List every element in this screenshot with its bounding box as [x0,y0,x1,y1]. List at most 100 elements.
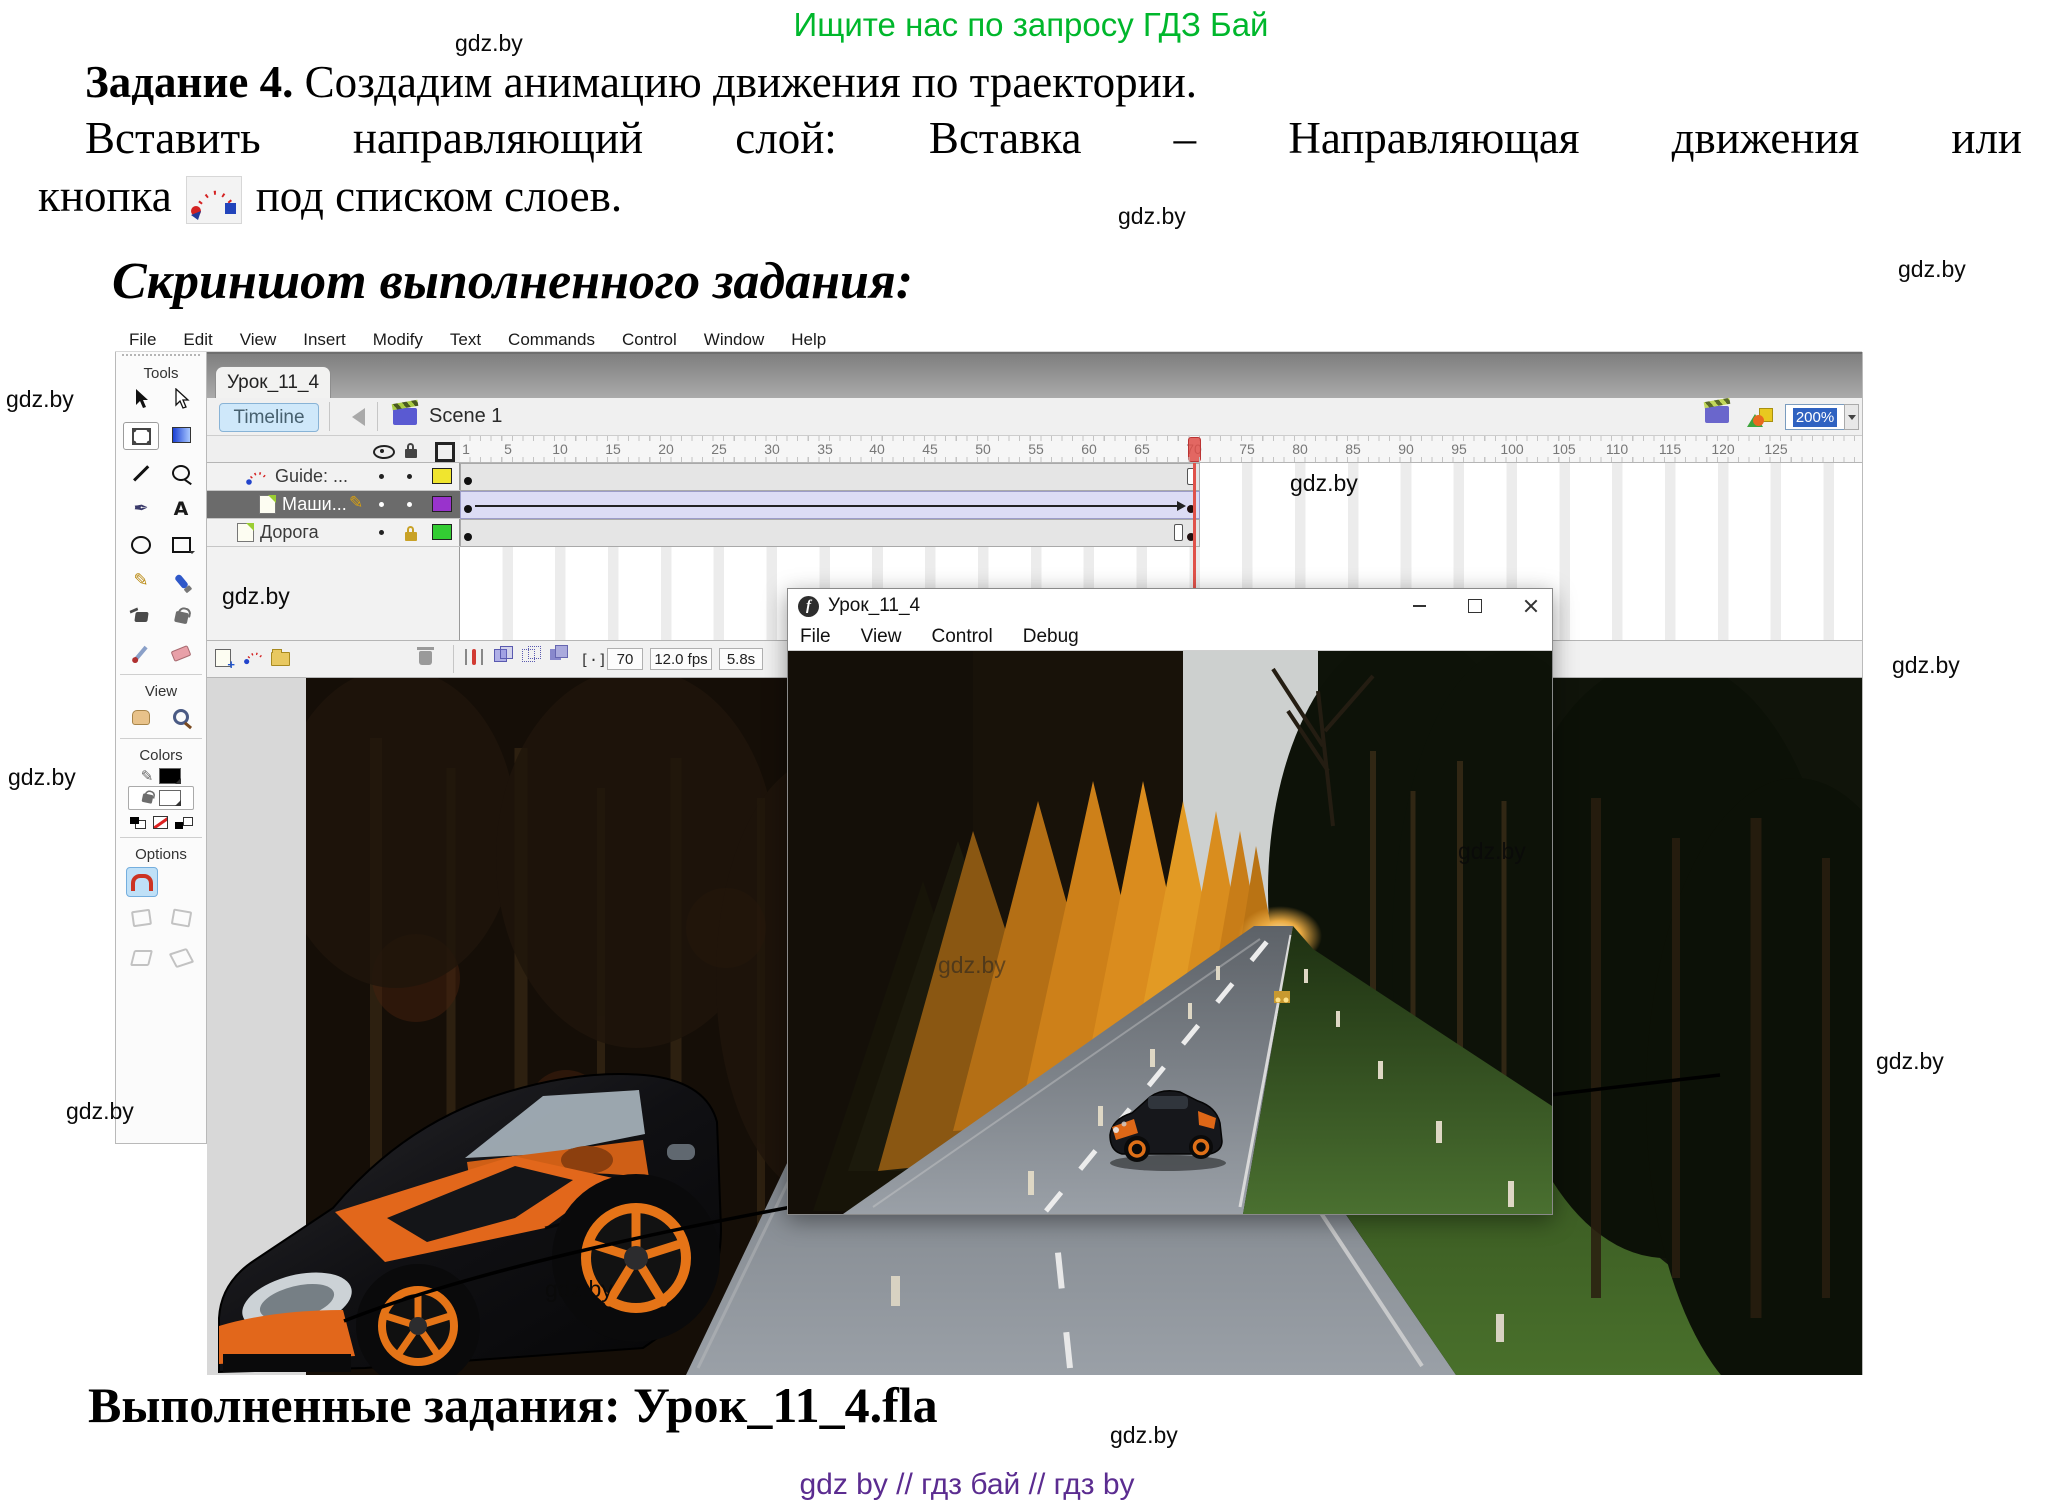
document-tab[interactable]: Урок_11_4 [215,366,331,399]
line-tool-icon[interactable] [124,460,158,486]
ruler-number: 115 [1659,441,1681,457]
menu-file[interactable]: File [129,330,156,350]
playhead[interactable] [1188,437,1201,462]
zoom-tool-icon[interactable] [164,704,198,730]
maximize-icon[interactable] [1468,599,1482,613]
layer-row-mashina[interactable]: Маши... ✎ [207,491,460,519]
center-frame-icon[interactable] [465,649,483,665]
watermark: gdz.by [1898,256,1966,283]
stroke-color-control[interactable]: ✎ [116,768,206,784]
menu-edit[interactable]: Edit [183,330,212,350]
layer-visibility-dot[interactable] [379,502,384,507]
current-frame-field[interactable]: 70 [607,648,643,670]
frame-rate-field[interactable]: 12.0 fps [650,648,712,670]
rectangle-tool-icon[interactable] [164,532,198,558]
close-icon[interactable] [1524,599,1538,613]
elapsed-time-field[interactable]: 5.8s [719,648,763,670]
car-symbol[interactable] [215,1060,727,1375]
menu-control[interactable]: Control [622,330,677,350]
layer-visibility-dot[interactable] [379,474,384,479]
show-hide-layers-icon[interactable] [373,445,395,459]
doroga-layer-frame-span[interactable] [460,519,1200,547]
edit-scene-icon[interactable] [1705,406,1729,423]
layer-lock-dot[interactable] [407,502,412,507]
preview-menu-control[interactable]: Control [931,626,992,648]
ruler-number: 35 [817,441,833,457]
ruler-number: 95 [1451,441,1467,457]
layer-lock-dot[interactable] [407,474,412,479]
add-motion-guide-icon[interactable] [243,649,265,670]
brush-tool-icon[interactable] [164,568,198,594]
minimize-icon[interactable] [1413,605,1426,607]
paint-bucket-tool-icon[interactable] [164,604,198,630]
hand-tool-icon[interactable] [124,704,158,730]
zoom-dropdown-icon[interactable] [1844,404,1859,430]
watermark: gdz.by [66,1098,134,1125]
no-color-icon[interactable] [153,816,168,829]
task-line3: кнопкапод списком слоев. [38,170,622,224]
layer-outline-swatch[interactable] [432,524,452,540]
zoom-level-input[interactable]: 200% [1785,404,1845,430]
edit-multiple-frames-icon[interactable] [550,649,561,660]
menu-help[interactable]: Help [791,330,826,350]
eyedropper-tool-icon[interactable] [124,640,158,666]
onion-skin-outlines-icon[interactable] [522,649,535,662]
back-arrow-icon[interactable] [343,408,365,426]
ruler-number: 100 [1500,441,1523,457]
fill-color-swatch[interactable] [159,790,181,806]
menu-view[interactable]: View [240,330,277,350]
subselection-tool-icon[interactable] [164,386,198,412]
pen-tool-icon[interactable]: ✒ [124,496,158,522]
layer-row-doroga[interactable]: Дорога [207,519,460,547]
fill-color-control[interactable] [128,786,194,810]
watermark: gdz.by [1118,203,1186,230]
mashina-motion-tween-span[interactable] [460,491,1200,519]
scene-name[interactable]: Scene 1 [429,405,502,428]
eraser-tool-icon[interactable] [164,640,198,666]
layer-row-guide[interactable]: Guide: ... [207,463,460,491]
preview-menu-view[interactable]: View [861,626,902,648]
layer-locked-icon[interactable] [405,532,417,541]
snap-to-objects-magnet-icon[interactable] [126,867,158,897]
layer-name: Дорога [260,522,319,543]
menu-commands[interactable]: Commands [508,330,595,350]
panel-grip[interactable] [122,354,200,363]
layer-visibility-dot[interactable] [379,530,384,535]
edit-symbols-icon[interactable] [1747,404,1773,426]
delete-layer-trash-icon[interactable] [419,649,432,665]
gradient-transform-tool-icon[interactable] [164,422,198,448]
default-colors-icon[interactable] [130,817,146,829]
oval-tool-icon[interactable] [124,532,158,558]
menu-insert[interactable]: Insert [303,330,346,350]
layer-outline-swatch[interactable] [432,496,452,512]
swap-colors-icon[interactable] [175,817,193,829]
layer-outline-swatch[interactable] [432,468,452,484]
insert-layer-icon[interactable] [215,649,231,667]
menu-text[interactable]: Text [450,330,481,350]
lock-layers-icon[interactable] [405,449,417,458]
ruler-number: 30 [764,441,780,457]
pencil-tool-icon[interactable]: ✎ [124,568,158,594]
footer-links: gdz by // гдз бай // гдз by [0,1468,1934,1502]
preview-menu-debug[interactable]: Debug [1023,626,1079,648]
ruler-number: 75 [1239,441,1255,457]
menu-modify[interactable]: Modify [373,330,423,350]
ruler-number: 85 [1345,441,1361,457]
insert-layer-folder-icon[interactable] [271,649,290,666]
ruler-number: 125 [1764,441,1787,457]
selection-tool-icon[interactable] [124,386,158,412]
timeline-toggle-button[interactable]: Timeline [219,403,319,432]
text-tool-icon[interactable]: A [164,496,198,522]
ink-bottle-tool-icon[interactable] [124,604,158,630]
free-transform-tool-icon[interactable] [123,422,159,450]
preview-menu-file[interactable]: File [800,626,831,648]
menu-window[interactable]: Window [704,330,764,350]
outline-layers-icon[interactable] [435,442,455,462]
preview-menubar: File View Control Debug [788,623,1552,651]
lasso-tool-icon[interactable] [164,460,198,486]
modify-onion-markers-icon[interactable]: [·] [580,650,607,670]
stroke-color-swatch[interactable] [159,768,181,784]
onion-skin-icon[interactable] [494,649,507,662]
guide-layer-frame-span[interactable] [460,463,1200,491]
timeline-ruler[interactable]: 1 5 10 15 20 25 30 35 40 45 50 55 60 65 [460,436,1862,463]
